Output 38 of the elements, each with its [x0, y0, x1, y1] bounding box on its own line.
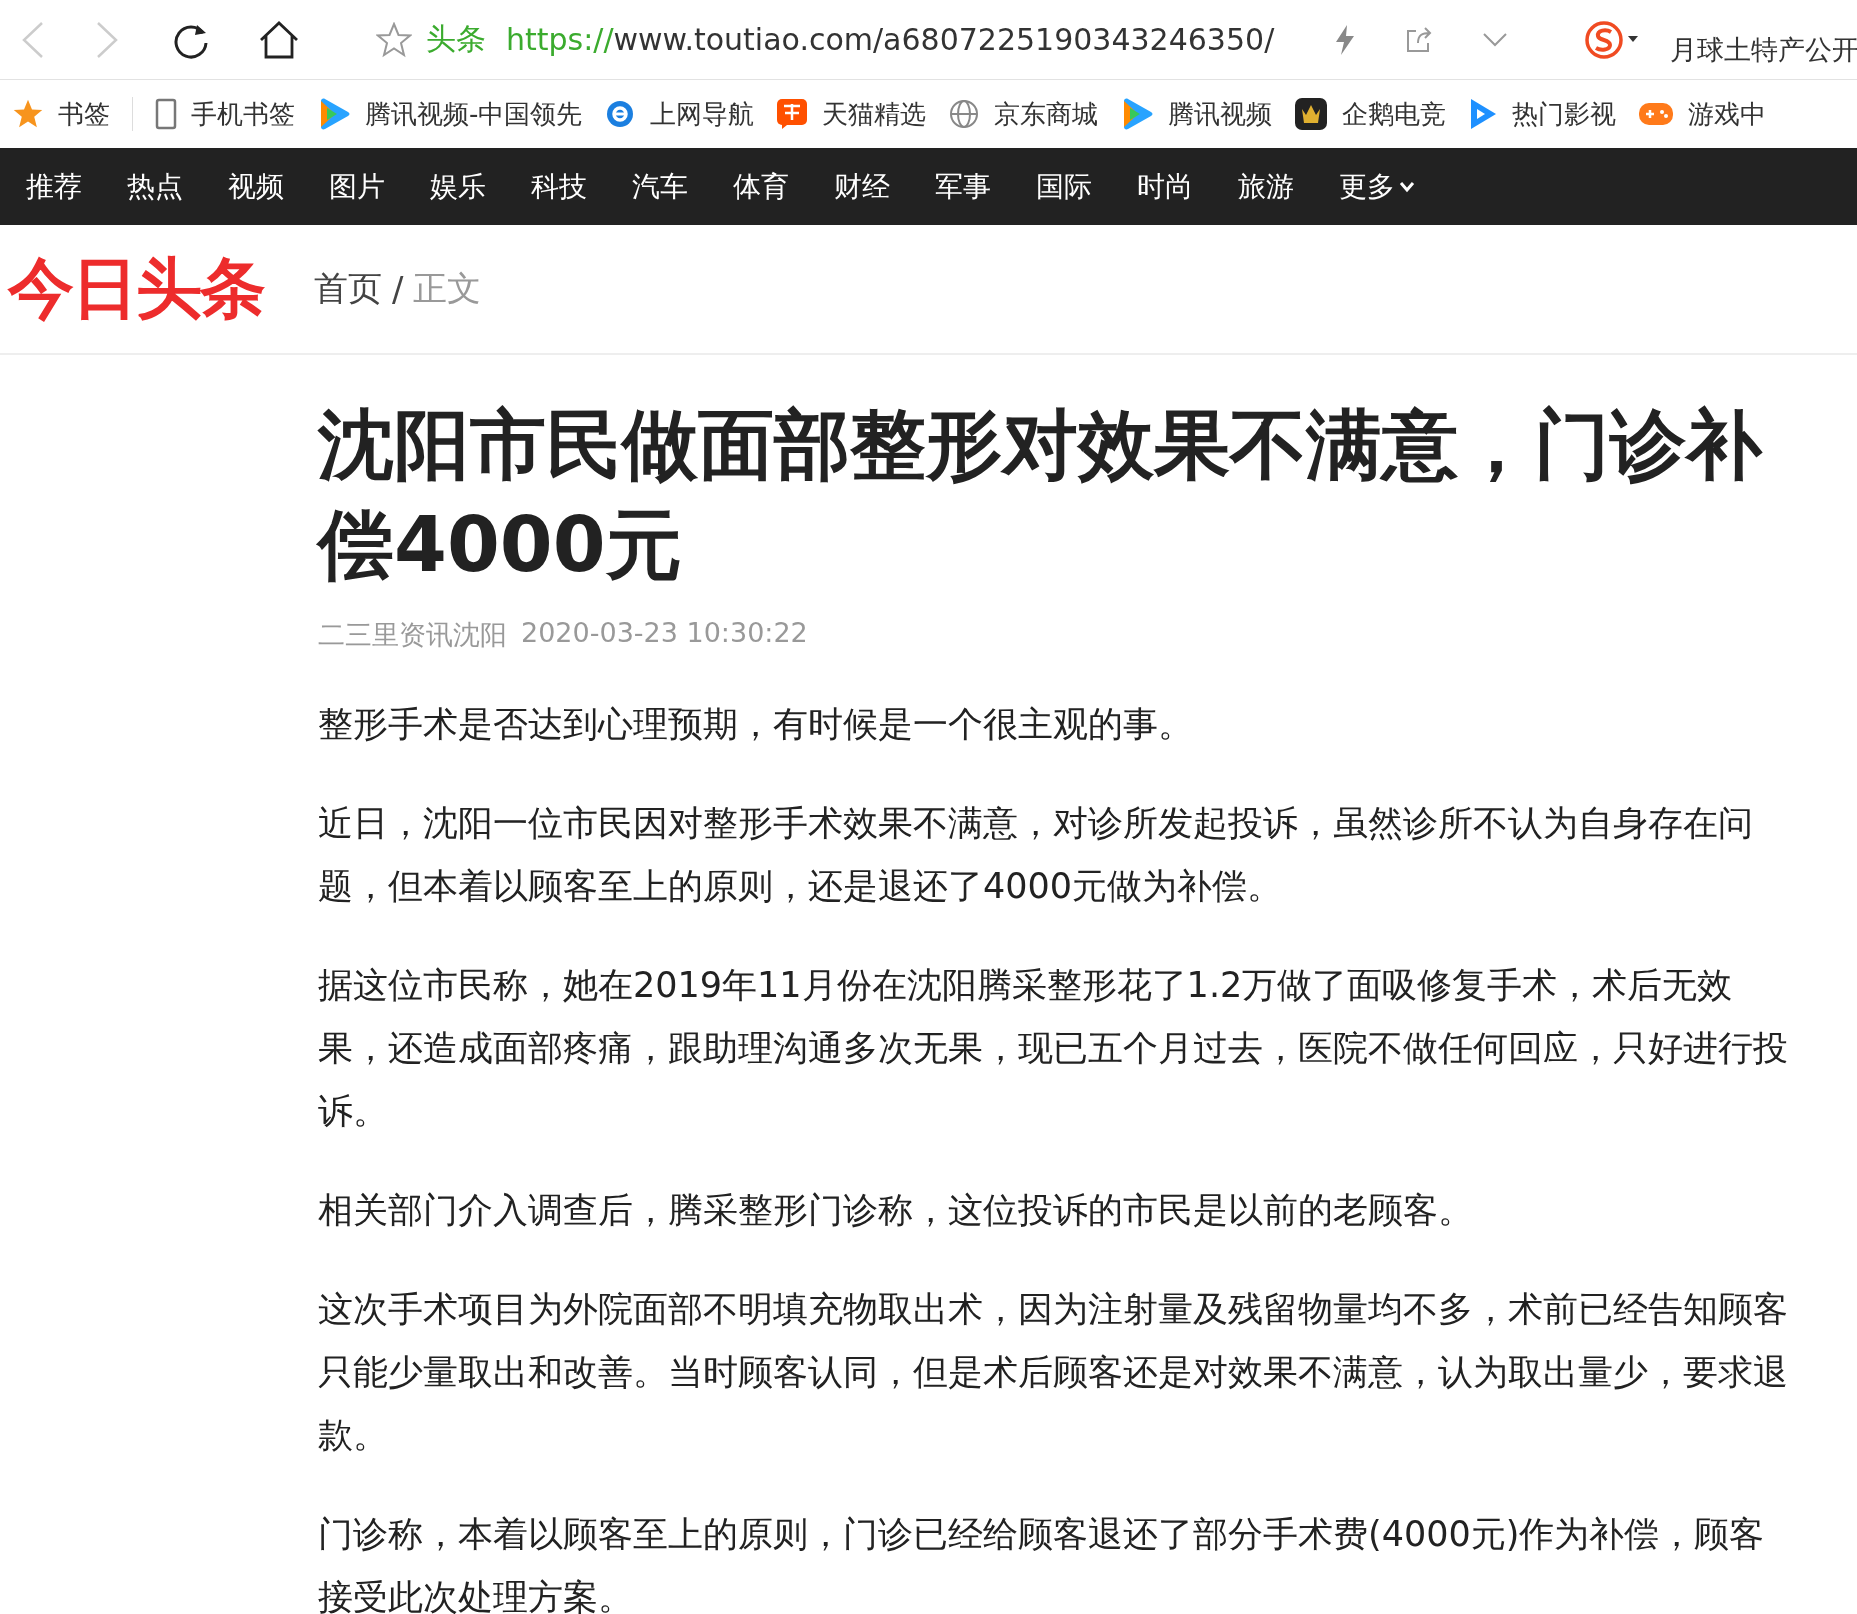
breadcrumb-home-link[interactable]: 首页: [314, 266, 382, 312]
channel-link[interactable]: 国际: [1036, 167, 1092, 206]
bookmark-item[interactable]: 书签: [12, 96, 110, 132]
channel-link[interactable]: 图片: [329, 167, 385, 206]
breadcrumb-separator: /: [392, 269, 404, 309]
site-logo[interactable]: 今日头条: [8, 244, 264, 334]
channel-link[interactable]: 军事: [935, 167, 991, 206]
channel-link[interactable]: 科技: [531, 167, 587, 206]
channel-link[interactable]: 视频: [228, 167, 284, 206]
bookmark-item[interactable]: 上网导航: [604, 96, 755, 132]
site-label: 头条: [426, 20, 486, 58]
breadcrumb-current: 正文: [413, 267, 482, 310]
article-paragraph: 相关部门介入调查后，腾采整形门诊称，这位投诉的市民是以前的老顾客。: [318, 1189, 1474, 1232]
bookmark-item[interactable]: 手机书签: [155, 96, 295, 132]
more-channels-link[interactable]: 更多: [1339, 167, 1415, 206]
article-paragraph: 据这位市民称，她在2019年11月份在沈阳腾采整形花了1.2万做了面吸修复手术，术后无效果，还造成面部疼痛，跟助理沟通多次无果，现已五个月过去，医院不做任何回应，只好进行投诉。: [318, 964, 1789, 1133]
article-paragraph: 整形手术是否达到心理预期，有时候是一个很主观的事。: [318, 703, 1194, 746]
channel-link[interactable]: 推荐: [26, 167, 82, 206]
article-paragraph: 门诊称，本着以顾客至上的原则，门诊已经给顾客退还了部分手术费(4000元)作为补偿，顾客接受此次处理方案。: [318, 1513, 1766, 1614]
channel-link[interactable]: 旅游: [1238, 167, 1294, 206]
bookmark-item[interactable]: 游戏中: [1638, 96, 1767, 132]
bookmark-item[interactable]: 企鹅电竞: [1294, 96, 1447, 132]
channel-link[interactable]: 时尚: [1137, 167, 1193, 206]
channel-link[interactable]: 体育: [733, 167, 789, 206]
address-field[interactable]: https://www.toutiao.com/a6807225190343246350/: [506, 22, 1275, 57]
bookmark-item[interactable]: 京东商城: [948, 96, 1099, 132]
article-paragraph: 这次手术项目为外院面部不明填充物取出术，因为注射量及残留物量均不多，术前已经告知顾客只能少量取出和改善。当时顾客认同，但是术后顾客还是对效果不满意，认为取出量少，要求退款。: [318, 1288, 1789, 1457]
publish-time: 2020-03-23 10:30:22: [521, 617, 808, 650]
article-paragraph: 近日，沈阳一位市民因对整形手术效果不满意，对诊所发起投诉，虽然诊所不认为自身存在问题，但本着以顾客至上的原则，还是退还了4000元做为补偿。: [318, 802, 1754, 908]
bookmark-item[interactable]: 天猫精选: [776, 96, 927, 132]
channel-link[interactable]: 热点: [127, 167, 183, 206]
channel-link[interactable]: 汽车: [632, 167, 688, 206]
article-title: 沈阳市民做面部整形对效果不满意，门诊补偿4000元: [318, 399, 1764, 591]
channel-link[interactable]: 财经: [834, 167, 890, 206]
bookmark-item[interactable]: 腾讯视频-中国领先: [317, 96, 583, 132]
channel-link[interactable]: 娱乐: [430, 167, 486, 206]
bookmark-item[interactable]: 热门影视: [1468, 96, 1617, 132]
bookmark-item[interactable]: 腾讯视频: [1120, 96, 1273, 132]
